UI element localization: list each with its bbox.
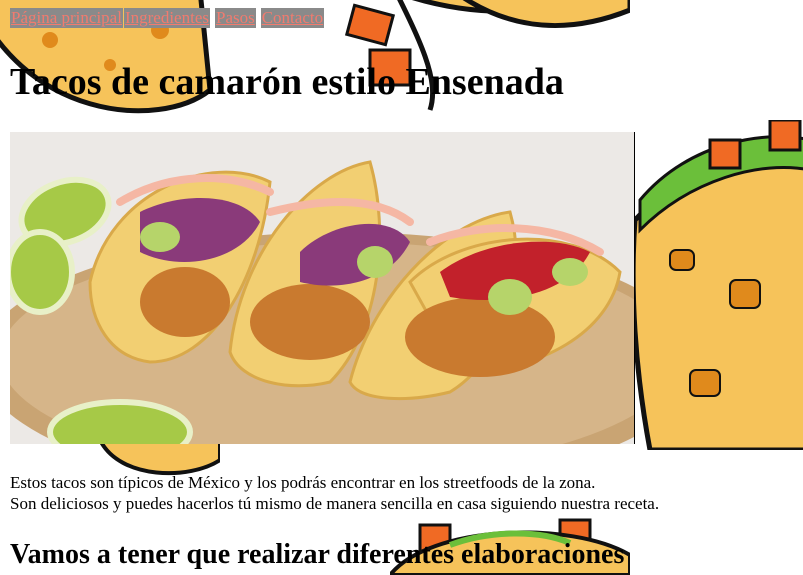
intro-text: Estos tacos son típicos de México y los … bbox=[10, 472, 795, 514]
main-navigation: Página principal Ingredientes Pasos Conta… bbox=[10, 0, 795, 28]
nav-link-steps[interactable]: Pasos bbox=[214, 8, 256, 28]
nav-link-ingredients[interactable]: Ingredientes bbox=[123, 8, 210, 28]
section-heading: Vamos a tener que realizar diferentes el… bbox=[10, 539, 625, 570]
tacos-photo bbox=[10, 132, 635, 444]
intro-line-2: Son deliciosos y puedes hacerlos tú mism… bbox=[10, 494, 660, 513]
intro-line-1: Estos tacos son típicos de México y los … bbox=[10, 473, 596, 492]
nav-link-contact[interactable]: Contacto bbox=[260, 8, 325, 28]
page-title: Tacos de camarón estilo Ensenada bbox=[10, 61, 564, 103]
nav-link-home[interactable]: Página principal bbox=[10, 8, 123, 28]
